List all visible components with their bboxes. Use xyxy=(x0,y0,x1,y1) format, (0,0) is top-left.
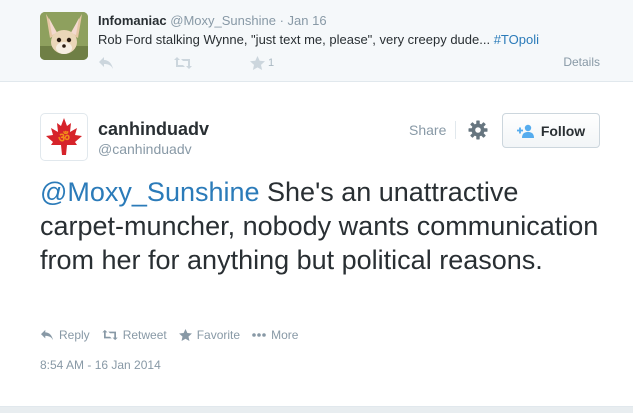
hashtag-link[interactable]: #TOpoli xyxy=(494,32,539,47)
retweet-label: Retweet xyxy=(122,328,167,342)
reply-label: Reply xyxy=(59,328,90,342)
tweet-text: @Moxy_Sunshine She's an unattractive car… xyxy=(40,175,605,277)
add-person-icon xyxy=(516,124,534,138)
maple-leaf-om-avatar: ॐ xyxy=(46,118,82,155)
parent-tweet-text: Rob Ford stalking Wynne, "just text me, … xyxy=(98,32,539,47)
parent-display-name[interactable]: Infomaniac xyxy=(98,13,167,28)
reply-icon xyxy=(41,329,53,341)
tweet-timestamp[interactable]: 8:54 AM - 16 Jan 2014 xyxy=(40,358,161,372)
bottom-divider xyxy=(0,406,633,413)
star-icon xyxy=(178,329,192,341)
user-avatar[interactable]: ॐ xyxy=(40,113,88,161)
screen-name[interactable]: @canhinduadv xyxy=(98,141,192,157)
follow-label: Follow xyxy=(540,122,586,139)
svg-text:ॐ: ॐ xyxy=(58,130,70,146)
parent-favorite-count: 1 xyxy=(268,57,275,69)
more-button[interactable]: More xyxy=(252,328,298,342)
parent-separator: · xyxy=(279,13,284,28)
parent-retweet-button[interactable] xyxy=(174,55,192,71)
follow-button[interactable]: Follow xyxy=(502,113,600,148)
divider xyxy=(455,121,456,139)
parent-text-body: Rob Ford stalking Wynne, "just text me, … xyxy=(98,32,494,47)
favorite-label: Favorite xyxy=(196,328,241,342)
details-link[interactable]: Details xyxy=(563,55,600,69)
parent-tweet[interactable]: Infomaniac @Moxy_Sunshine · Jan 16 Rob F… xyxy=(0,0,633,82)
more-label: More xyxy=(271,328,299,342)
parent-reply-button[interactable] xyxy=(98,55,114,71)
parent-date[interactable]: Jan 16 xyxy=(288,13,327,28)
retweet-button[interactable]: Retweet xyxy=(101,328,167,342)
favorite-button[interactable]: Favorite xyxy=(178,328,241,342)
fennec-fox-avatar xyxy=(40,12,88,60)
display-name[interactable]: canhinduadv xyxy=(98,119,209,140)
reply-button[interactable]: Reply xyxy=(40,328,90,342)
retweet-icon xyxy=(174,57,192,69)
parent-favorite-button[interactable]: 1 xyxy=(250,55,274,71)
parent-avatar[interactable] xyxy=(40,12,88,60)
reply-icon xyxy=(99,57,113,69)
parent-screen-name[interactable]: @Moxy_Sunshine xyxy=(170,13,276,28)
tweet-actions: Reply Retweet Favorite More xyxy=(40,327,310,343)
mention-link[interactable]: @Moxy_Sunshine xyxy=(40,177,260,207)
more-dots-icon xyxy=(252,333,266,337)
parent-tweet-header: Infomaniac @Moxy_Sunshine · Jan 16 xyxy=(98,13,327,28)
gear-icon[interactable] xyxy=(468,120,488,140)
retweet-icon xyxy=(101,329,118,341)
star-icon xyxy=(250,56,265,70)
share-button[interactable]: Share xyxy=(409,122,446,138)
